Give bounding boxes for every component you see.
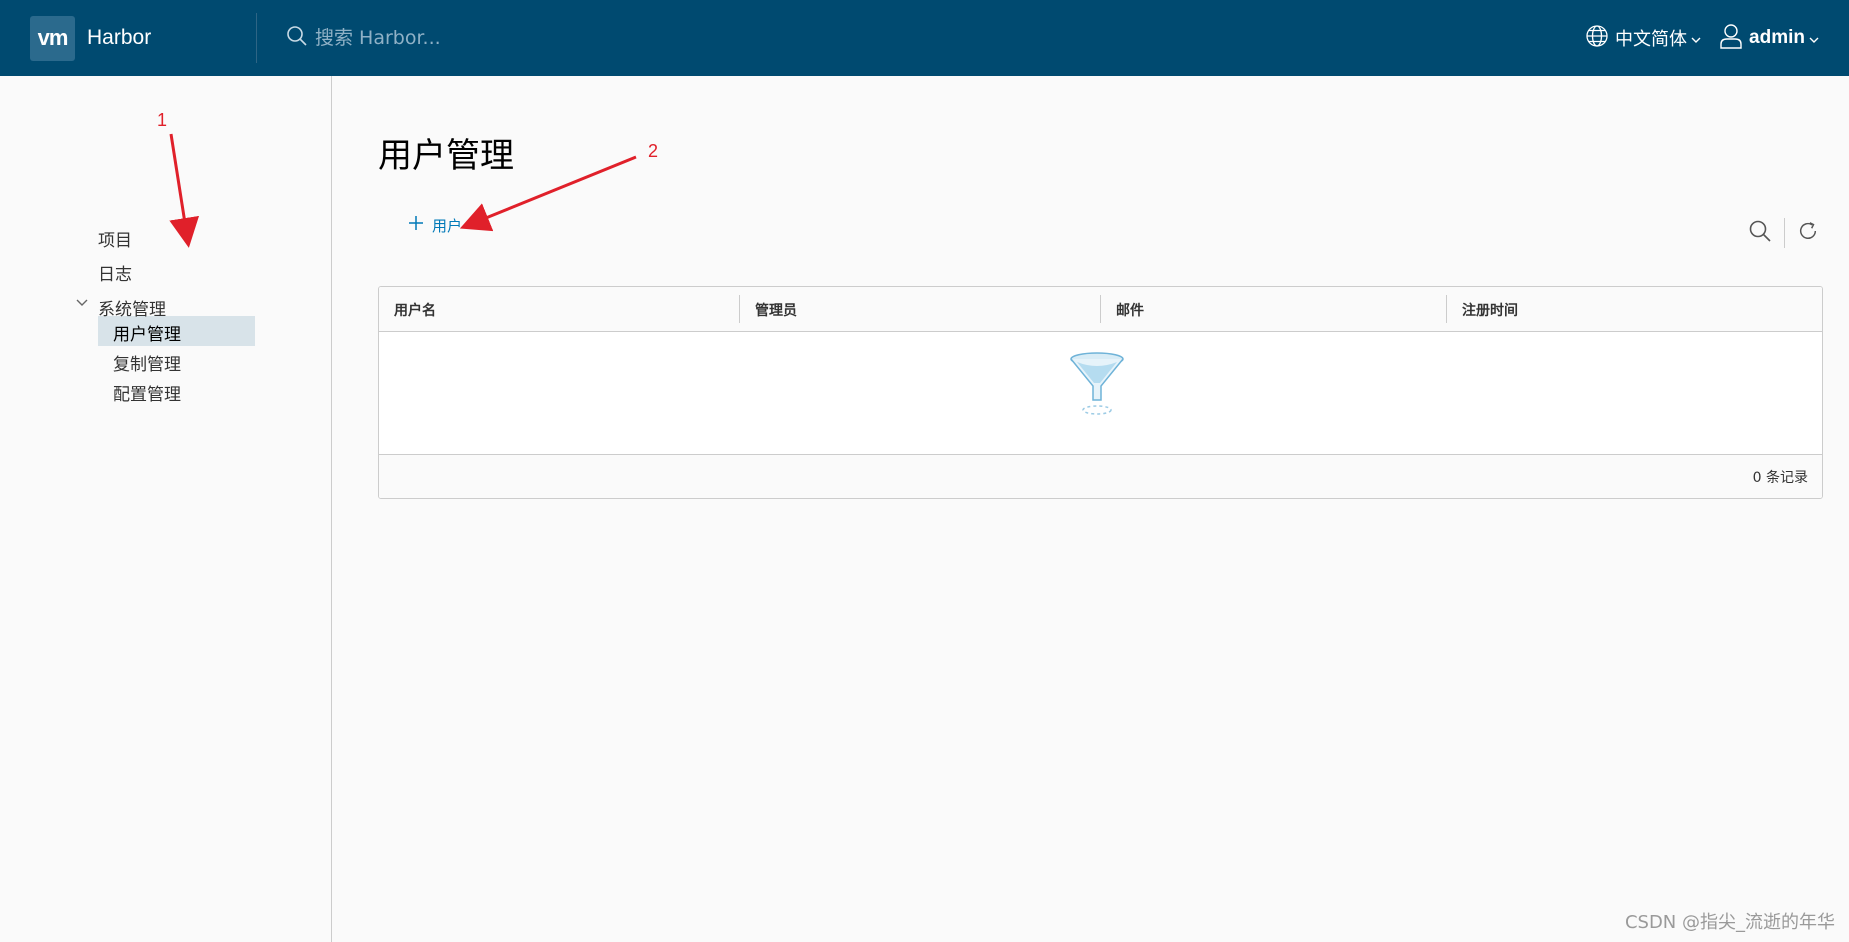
- sidebar-item-users[interactable]: 用户管理: [113, 320, 181, 345]
- sidebar-item-configuration[interactable]: 配置管理: [113, 380, 181, 405]
- column-admin[interactable]: 管理员: [740, 287, 1100, 332]
- watermark: CSDN @指尖_流逝的年华: [1624, 912, 1835, 933]
- username-label: admin: [1749, 27, 1805, 48]
- grid-toolbar: [1748, 218, 1819, 248]
- global-search: [285, 18, 885, 58]
- column-registration-time[interactable]: 注册时间: [1447, 287, 1817, 332]
- language-selector[interactable]: 中文简体: [1585, 24, 1701, 52]
- brand-name: Harbor: [87, 26, 152, 49]
- sidebar-item-projects[interactable]: 项目: [98, 226, 132, 251]
- sidebar-group-admin[interactable]: 系统管理: [98, 295, 166, 320]
- add-user-button[interactable]: 用户: [408, 214, 462, 236]
- annotation-number-2: 2: [648, 141, 659, 161]
- chevron-down-icon: [1691, 29, 1701, 48]
- search-input[interactable]: [315, 27, 715, 49]
- table-footer: 0 条记录: [379, 454, 1822, 498]
- chevron-down-icon: [1809, 29, 1819, 48]
- table-body: [379, 332, 1822, 454]
- user-icon: [1719, 23, 1743, 53]
- chevron-down-icon[interactable]: [76, 292, 88, 311]
- record-count: 0 条记录: [1752, 469, 1808, 486]
- user-menu[interactable]: admin: [1719, 23, 1819, 53]
- add-user-label: 用户: [432, 216, 463, 235]
- column-username[interactable]: 用户名: [379, 287, 739, 332]
- users-table: 用户名 管理员 邮件 注册时间 0 条记录: [378, 286, 1823, 499]
- sidebar-item-logs[interactable]: 日志: [98, 260, 132, 285]
- main-content: 用户管理 用户 用户名 管理员 邮件 注册时间 0 条记录: [332, 76, 1849, 942]
- globe-icon: [1585, 24, 1609, 52]
- vmware-logo: vm: [30, 15, 75, 61]
- refresh-icon[interactable]: [1797, 220, 1819, 246]
- language-label: 中文简体: [1615, 29, 1688, 50]
- sidebar: 项目 日志 系统管理 用户管理 复制管理 配置管理: [0, 76, 332, 942]
- search-icon: [285, 24, 309, 52]
- column-email[interactable]: 邮件: [1101, 287, 1446, 332]
- plus-icon: [408, 214, 424, 236]
- sidebar-item-replication[interactable]: 复制管理: [113, 350, 181, 375]
- search-icon[interactable]: [1748, 219, 1772, 247]
- top-header: vm Harbor 中文简体: [0, 0, 1849, 76]
- table-header: 用户名 管理员 邮件 注册时间: [379, 287, 1822, 332]
- toolbar-divider: [1784, 218, 1785, 248]
- annotation-number-1: 1: [157, 110, 168, 130]
- empty-filter-icon: [1067, 350, 1127, 422]
- brand[interactable]: vm Harbor: [0, 0, 256, 76]
- header-divider: [256, 13, 257, 63]
- page-title: 用户管理: [378, 136, 514, 176]
